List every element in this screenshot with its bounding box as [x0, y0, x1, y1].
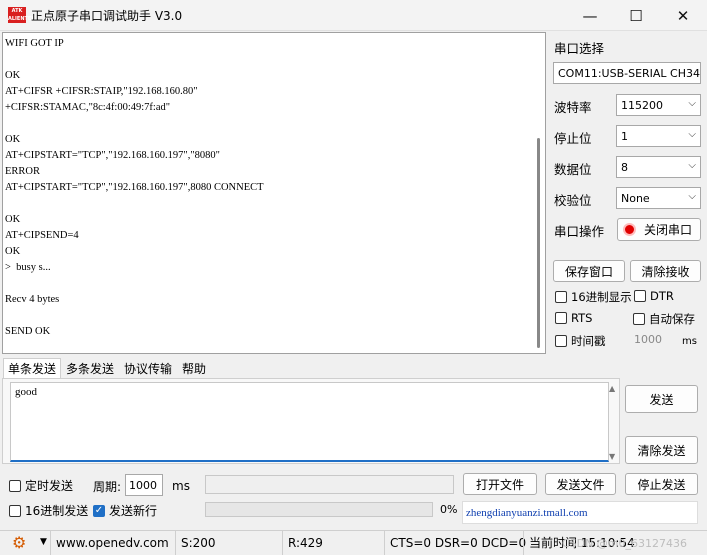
receive-line	[5, 308, 525, 324]
receive-area[interactable]: WIFI GOT IP OK AT+CIFSR +CIFSR:STAIP,"192…	[2, 32, 546, 354]
data-bits-label: 数据位	[554, 162, 592, 177]
save-window-button[interactable]: 保存窗口	[553, 260, 625, 282]
receive-line: OK	[5, 214, 21, 225]
app-logo-icon: ATK ALIENTEK	[8, 7, 36, 23]
port-select-label: 串口选择	[554, 41, 605, 56]
timestamp-checkbox[interactable]: 时间戳	[555, 333, 606, 349]
send-progress-bar	[205, 502, 433, 517]
receive-line: Recv 4 bytes	[5, 294, 60, 305]
receive-line	[5, 52, 525, 68]
send-button[interactable]: 发送	[625, 385, 698, 413]
send-panel: good ▲ ▼	[2, 378, 620, 464]
receive-line: AT+CIPSEND=4	[5, 230, 79, 241]
window-title: 正点原子串口调试助手 V3.0	[31, 9, 183, 23]
hex-display-checkbox[interactable]: 16进制显示	[555, 289, 632, 305]
clear-receive-button[interactable]: 清除接收	[630, 260, 701, 282]
receive-line	[5, 116, 525, 132]
record-icon	[623, 223, 636, 236]
chevron-down-icon: ⌵	[688, 191, 696, 202]
dtr-checkbox[interactable]: DTR	[634, 289, 674, 303]
send-file-button[interactable]: 发送文件	[545, 473, 616, 495]
close-port-button[interactable]: 关闭串口	[617, 218, 701, 241]
stop-bits-label: 停止位	[554, 131, 592, 146]
receive-line: ERROR	[5, 166, 41, 177]
minimize-button[interactable]: —	[567, 0, 613, 31]
baud-label: 波特率	[554, 100, 592, 115]
gear-icon[interactable]: ⚙	[12, 534, 26, 552]
receive-line: AT+CIPSTART="TCP","192.168.160.197","808…	[5, 150, 220, 161]
stop-send-button[interactable]: 停止发送	[625, 473, 698, 495]
receive-line	[5, 276, 525, 292]
scroll-down-icon[interactable]: ▼	[609, 452, 615, 461]
status-bar: ⚙ ▼ www.openedv.com S:200 R:429 CTS=0 DS…	[0, 530, 707, 555]
stop-bits-select[interactable]: 1 ⌵	[616, 125, 701, 147]
maximize-button[interactable]: ☐	[613, 0, 659, 31]
close-button[interactable]: ✕	[660, 0, 706, 31]
receive-scroll-thumb[interactable]	[537, 138, 540, 348]
send-scrollbar[interactable]: ▲ ▼	[609, 384, 621, 462]
website-link[interactable]: www.openedv.com	[50, 531, 169, 555]
data-bits-select[interactable]: 8 ⌵	[616, 156, 701, 178]
tab-multi-send[interactable]: 多条发送	[61, 358, 119, 378]
open-file-button[interactable]: 打开文件	[463, 473, 537, 495]
watermark: CSDN @m0_63127436	[561, 537, 687, 550]
parity-select[interactable]: None ⌵	[616, 187, 701, 209]
auto-save-checkbox[interactable]: 自动保存	[633, 311, 695, 327]
port-select[interactable]: COM11:USB-SERIAL CH34	[553, 62, 701, 84]
timestamp-unit: ms	[682, 336, 697, 347]
period-label: 周期:	[93, 480, 122, 494]
scroll-up-icon[interactable]: ▲	[609, 384, 621, 393]
recv-count: R:429	[282, 531, 323, 555]
chevron-down-icon: ⌵	[688, 160, 696, 171]
receive-line: AT+CIFSR +CIFSR:STAIP,"192.168.160.80"	[5, 86, 198, 97]
receive-line: +CIFSR:STAMAC,"8c:4f:00:49:7f:ad"	[5, 102, 171, 113]
timestamp-ms-input[interactable]: 1000	[634, 333, 662, 346]
send-input[interactable]: good	[10, 382, 609, 462]
clear-send-button[interactable]: 清除发送	[625, 436, 698, 464]
parity-label: 校验位	[554, 193, 592, 208]
line-status: CTS=0 DSR=0 DCD=0	[384, 531, 526, 555]
period-input[interactable]: 1000	[125, 474, 163, 496]
port-op-label: 串口操作	[554, 224, 605, 239]
chevron-down-icon: ⌵	[688, 129, 696, 140]
sent-count: S:200	[175, 531, 216, 555]
title-bar: ATK ALIENTEK 正点原子串口调试助手 V3.0 — ☐ ✕	[0, 0, 707, 31]
receive-line: OK	[5, 134, 21, 145]
receive-scrollbar[interactable]	[533, 33, 545, 353]
tab-help[interactable]: 帮助	[177, 358, 211, 378]
checkmark-icon: ✓	[93, 504, 105, 517]
receive-line: SEND OK	[5, 326, 51, 337]
chevron-down-icon[interactable]: ▼	[40, 537, 47, 547]
receive-text: WIFI GOT IP OK AT+CIFSR +CIFSR:STAIP,"192…	[5, 36, 525, 340]
period-unit: ms	[172, 479, 190, 493]
receive-line: AT+CIPSTART="TCP","192.168.160.197",8080…	[5, 182, 264, 193]
file-path-bar	[205, 475, 454, 494]
send-newline-checkbox[interactable]: ✓ 发送新行	[93, 502, 157, 519]
send-tabs: 单条发送 多条发送 协议传输 帮助	[3, 358, 211, 378]
hex-send-checkbox[interactable]: 16进制发送	[9, 502, 88, 519]
receive-line: OK	[5, 70, 21, 81]
timed-send-checkbox[interactable]: 定时发送	[9, 477, 73, 494]
tmall-link[interactable]: zhengdianyuanzi.tmall.com	[462, 501, 698, 524]
tab-protocol[interactable]: 协议传输	[119, 358, 177, 378]
baud-select[interactable]: 115200 ⌵	[616, 94, 701, 116]
receive-line: OK	[5, 246, 21, 257]
rts-checkbox[interactable]: RTS	[555, 311, 592, 325]
receive-line: > busy s...	[5, 262, 51, 273]
chevron-down-icon: ⌵	[688, 98, 696, 109]
receive-line	[5, 196, 525, 212]
send-progress-percent: 0%	[440, 503, 458, 516]
receive-line: WIFI GOT IP	[5, 38, 64, 49]
tab-single-send[interactable]: 单条发送	[3, 358, 62, 378]
